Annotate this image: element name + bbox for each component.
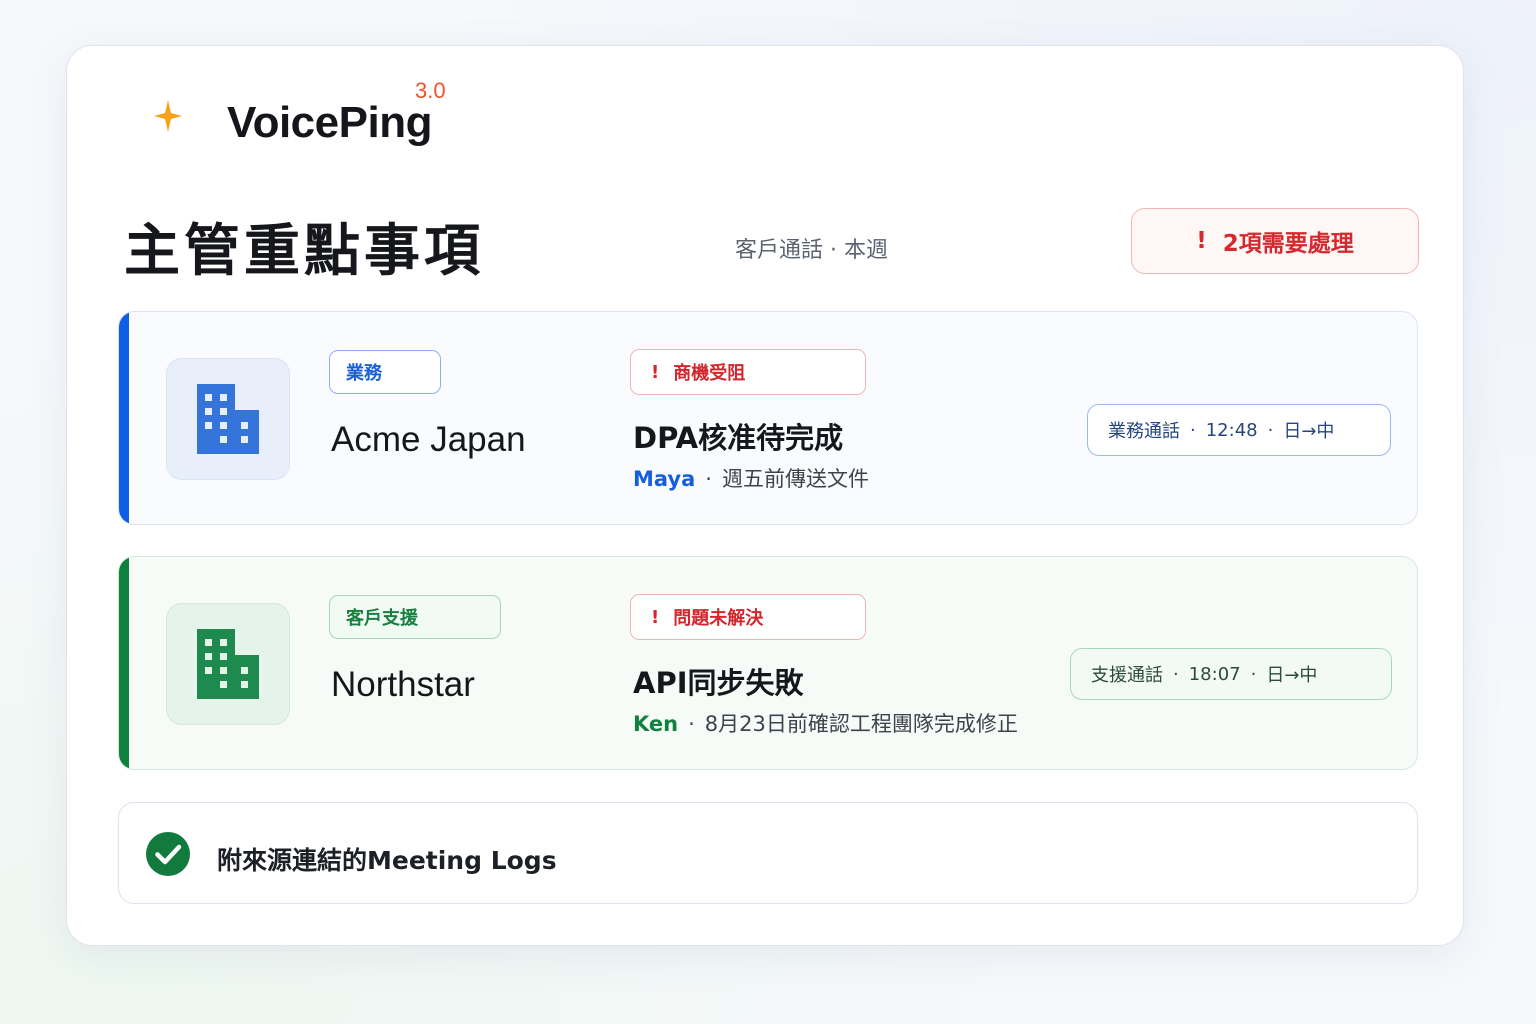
call-type: 業務通話: [1108, 421, 1180, 442]
accent-bar: [119, 312, 129, 524]
alert-icon: !: [1196, 228, 1207, 254]
building-icon: [197, 384, 259, 454]
status-tag: ! 問題未解決: [630, 594, 866, 640]
building-icon: [197, 629, 259, 699]
status-tag: ! 商機受阻: [630, 349, 866, 395]
call-type: 支援通話: [1091, 665, 1163, 686]
issue-meta: Ken · 8月23日前確認工程團隊完成修正: [633, 708, 1018, 738]
call-separator: ·: [1190, 419, 1196, 441]
logo-version: 3.0: [415, 78, 446, 103]
accent-bar: [119, 557, 129, 769]
highlight-item-acme[interactable]: 業務 Acme Japan ! 商機受阻 DPA核准待完成 Maya · 週五前傳送…: [118, 311, 1418, 525]
category-tag: 業務: [329, 350, 441, 394]
issue-title: API同步失敗: [633, 666, 804, 700]
category-tag: 客戶支援: [329, 595, 501, 639]
company-name: Acme Japan: [331, 420, 526, 459]
issue-meta: Maya · 週五前傳送文件: [633, 463, 869, 493]
check-circle-icon: [146, 832, 190, 876]
company-icon-tile: [166, 358, 290, 480]
highlights-card: VoicePing 3.0 主管重點事項 客戶通話 · 本週 ! 2項需要處理 …: [66, 45, 1464, 946]
attention-badge-label: 2項需要處理: [1222, 231, 1354, 257]
status-label: 問題未解決: [673, 608, 764, 629]
meta-separator: ·: [705, 467, 712, 491]
action-item: 8月23日前確認工程團隊完成修正: [704, 712, 1018, 736]
alert-icon: !: [651, 606, 660, 628]
owner-name: Maya: [633, 467, 696, 491]
page-title: 主管重點事項: [124, 219, 484, 284]
call-separator: ·: [1173, 663, 1179, 685]
page-subtitle: 客戶通話 · 本週: [735, 238, 888, 263]
company-icon-tile: [166, 603, 290, 725]
call-time: 18:07: [1188, 663, 1241, 685]
call-language: 日→中: [1283, 421, 1335, 442]
call-language: 日→中: [1266, 665, 1318, 686]
logo-wordmark: VoicePing: [227, 98, 432, 147]
waveform-icon: [120, 85, 207, 147]
status-label: 商機受阻: [673, 363, 746, 384]
call-source-chip[interactable]: 支援通話 · 18:07 · 日→中: [1070, 648, 1392, 700]
meta-separator: ·: [688, 712, 695, 736]
call-separator: ·: [1250, 663, 1257, 685]
owner-name: Ken: [633, 712, 679, 736]
meeting-logs-label: 附來源連結的Meeting Logs: [217, 846, 557, 875]
attention-badge[interactable]: ! 2項需要處理: [1131, 208, 1419, 274]
alert-icon: !: [651, 361, 660, 383]
company-name: Northstar: [331, 665, 475, 704]
call-separator: ·: [1267, 419, 1274, 441]
call-time: 12:48: [1205, 419, 1258, 441]
voiceping-logo: VoicePing 3.0: [119, 78, 446, 148]
call-source-chip[interactable]: 業務通話 · 12:48 · 日→中: [1087, 404, 1391, 456]
action-item: 週五前傳送文件: [721, 467, 869, 491]
meeting-logs-row[interactable]: 附來源連結的Meeting Logs: [118, 802, 1418, 904]
highlight-item-northstar[interactable]: 客戶支援 Northstar ! 問題未解決 API同步失敗 Ken · 8月23日…: [118, 556, 1418, 770]
issue-title: DPA核准待完成: [633, 421, 844, 455]
